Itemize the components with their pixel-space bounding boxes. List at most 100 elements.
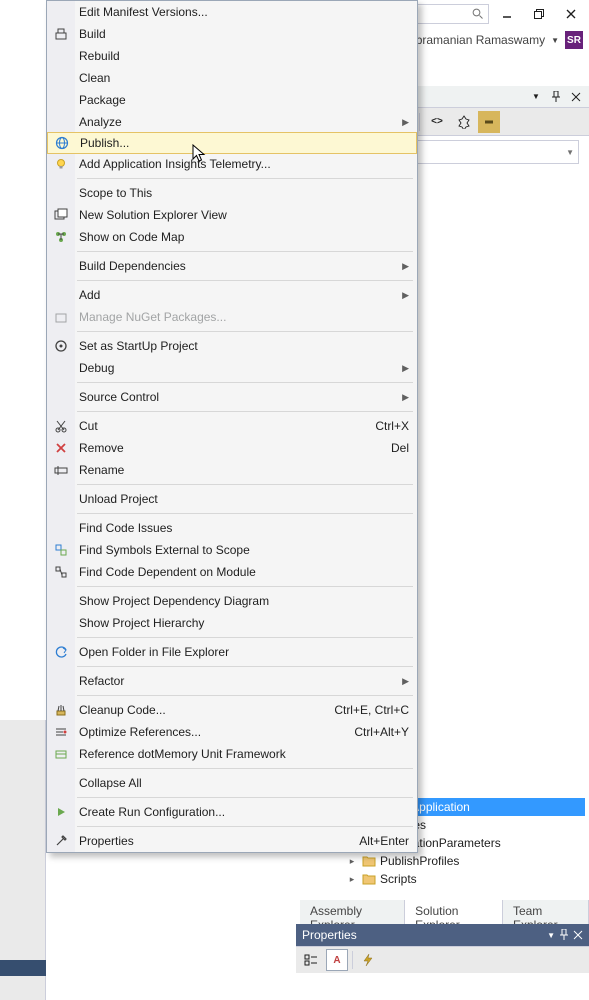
menu-item-label: Build bbox=[79, 27, 106, 41]
menu-item-set-as-startup-project[interactable]: Set as StartUp Project bbox=[47, 335, 417, 357]
menu-item-reference-dotmemory-unit-framework[interactable]: Reference dotMemory Unit Framework bbox=[47, 743, 417, 765]
pin-icon[interactable] bbox=[559, 929, 569, 941]
menu-item-label: Analyze bbox=[79, 115, 122, 129]
optimize-icon bbox=[52, 723, 70, 741]
menu-item-rebuild[interactable]: Rebuild bbox=[47, 45, 417, 67]
events-button[interactable] bbox=[357, 949, 379, 971]
menu-item-cut[interactable]: CutCtrl+X bbox=[47, 415, 417, 437]
menu-item-edit-manifest-versions[interactable]: Edit Manifest Versions... bbox=[47, 1, 417, 23]
menu-item-add-application-insights-telemetry[interactable]: Add Application Insights Telemetry... bbox=[47, 153, 417, 175]
menu-item-show-project-dependency-diagram[interactable]: Show Project Dependency Diagram bbox=[47, 590, 417, 612]
menu-item-clean[interactable]: Clean bbox=[47, 67, 417, 89]
menu-item-build-dependencies[interactable]: Build Dependencies▶ bbox=[47, 255, 417, 277]
panel-tab-solution-explorer[interactable]: Solution Explorer bbox=[405, 900, 503, 924]
panel-close-icon[interactable] bbox=[573, 930, 583, 940]
menu-item-publish[interactable]: Publish... bbox=[47, 132, 417, 154]
menu-item-scope-to-this[interactable]: Scope to This bbox=[47, 182, 417, 204]
expand-arrow-icon[interactable]: ▸ bbox=[346, 874, 358, 885]
dependent-icon bbox=[52, 563, 70, 581]
menu-shortcut: Del bbox=[371, 441, 409, 455]
menu-item-label: Debug bbox=[79, 361, 114, 375]
menu-item-label: Remove bbox=[79, 441, 124, 455]
menu-item-find-symbols-external-to-scope[interactable]: Find Symbols External to Scope bbox=[47, 539, 417, 561]
menu-item-add[interactable]: Add▶ bbox=[47, 284, 417, 306]
menu-item-refactor[interactable]: Refactor▶ bbox=[47, 670, 417, 692]
panel-menu-dropdown[interactable]: ▼ bbox=[527, 88, 545, 106]
folder-icon bbox=[362, 872, 376, 886]
menu-item-label: Unload Project bbox=[79, 492, 158, 506]
menu-item-rename[interactable]: Rename bbox=[47, 459, 417, 481]
menu-item-source-control[interactable]: Source Control▶ bbox=[47, 386, 417, 408]
user-name[interactable]: bramanian Ramaswamy bbox=[416, 33, 545, 47]
menu-item-collapse-all[interactable]: Collapse All bbox=[47, 772, 417, 794]
menu-separator bbox=[77, 826, 413, 827]
menu-item-analyze[interactable]: Analyze ▶ bbox=[47, 111, 417, 133]
menu-item-create-run-configuration[interactable]: Create Run Configuration... bbox=[47, 801, 417, 823]
user-badge[interactable]: SR bbox=[565, 31, 583, 49]
symbols-icon bbox=[52, 541, 70, 559]
menu-item-optimize-references[interactable]: Optimize References...Ctrl+Alt+Y bbox=[47, 721, 417, 743]
tree-label: Scripts bbox=[380, 872, 417, 886]
menu-item-label: Build Dependencies bbox=[79, 259, 186, 273]
menu-item-debug[interactable]: Debug ▶ bbox=[47, 357, 417, 379]
menu-item-label: Properties bbox=[79, 834, 134, 848]
menu-separator bbox=[77, 695, 413, 696]
menu-item-show-project-hierarchy[interactable]: Show Project Hierarchy bbox=[47, 612, 417, 634]
panel-tab-team-explorer[interactable]: Team Explorer bbox=[503, 900, 589, 924]
pin-icon[interactable] bbox=[547, 88, 565, 106]
panel-tab-assembly-explorer[interactable]: Assembly Explorer bbox=[300, 900, 405, 924]
panel-menu-dropdown[interactable]: ▼ bbox=[547, 931, 555, 940]
dotmemory-icon bbox=[52, 745, 70, 763]
menu-item-label: Find Code Issues bbox=[79, 521, 172, 535]
menu-item-label: Scope to This bbox=[79, 186, 152, 200]
menu-item-label: Add Application Insights Telemetry... bbox=[79, 157, 271, 171]
menu-item-properties[interactable]: PropertiesAlt+Enter bbox=[47, 830, 417, 852]
menu-item-label: Find Symbols External to Scope bbox=[79, 543, 250, 557]
menu-separator bbox=[77, 797, 413, 798]
menu-item-remove[interactable]: Remove Del bbox=[47, 437, 417, 459]
properties-header[interactable]: Properties ▼ bbox=[296, 924, 589, 946]
properties-title: Properties bbox=[302, 928, 357, 942]
cut-icon bbox=[52, 417, 70, 435]
menu-item-build[interactable]: Build bbox=[47, 23, 417, 45]
menu-item-package[interactable]: Package bbox=[47, 89, 417, 111]
user-dropdown-icon[interactable]: ▼ bbox=[551, 36, 559, 45]
menu-item-cleanup-code[interactable]: Cleanup Code...Ctrl+E, Ctrl+C bbox=[47, 699, 417, 721]
submenu-arrow-icon: ▶ bbox=[402, 363, 409, 374]
menu-item-show-on-code-map[interactable]: Show on Code Map bbox=[47, 226, 417, 248]
menu-separator bbox=[77, 513, 413, 514]
menu-item-unload-project[interactable]: Unload Project bbox=[47, 488, 417, 510]
alphabetical-button[interactable]: A bbox=[326, 949, 348, 971]
menu-item-label: Rename bbox=[79, 463, 124, 477]
submenu-arrow-icon: ▶ bbox=[402, 290, 409, 301]
menu-item-find-code-issues[interactable]: Find Code Issues bbox=[47, 517, 417, 539]
submenu-arrow-icon: ▶ bbox=[402, 117, 409, 128]
menu-item-label: Refactor bbox=[79, 674, 124, 688]
tree-item[interactable]: ▸PublishProfiles bbox=[300, 852, 585, 870]
restore-button[interactable] bbox=[525, 4, 553, 24]
menu-item-label: Open Folder in File Explorer bbox=[79, 645, 229, 659]
menu-item-label: Manage NuGet Packages... bbox=[79, 310, 226, 324]
menu-item-find-code-dependent-on-module[interactable]: Find Code Dependent on Module bbox=[47, 561, 417, 583]
menu-item-label: Collapse All bbox=[79, 776, 142, 790]
menu-item-label: Source Control bbox=[79, 390, 159, 404]
properties-icon bbox=[52, 832, 70, 850]
expand-arrow-icon[interactable]: ▸ bbox=[346, 856, 358, 867]
menu-item-label: Clean bbox=[79, 71, 110, 85]
menu-separator bbox=[77, 251, 413, 252]
panel-close-icon[interactable] bbox=[567, 88, 585, 106]
close-button[interactable] bbox=[557, 4, 585, 24]
tree-item[interactable]: ApplicationManifest.xml bbox=[300, 888, 585, 890]
menu-item-label: Rebuild bbox=[79, 49, 120, 63]
tree-item[interactable]: ▸ Scripts bbox=[300, 870, 585, 888]
new-view-icon bbox=[52, 206, 70, 224]
menu-item-label: Find Code Dependent on Module bbox=[79, 565, 256, 579]
open-folder-icon bbox=[52, 643, 70, 661]
menu-item-label: Optimize References... bbox=[79, 725, 201, 739]
menu-separator bbox=[77, 768, 413, 769]
menu-item-open-folder-in-file-explorer[interactable]: Open Folder in File Explorer bbox=[47, 641, 417, 663]
minimize-button[interactable] bbox=[493, 4, 521, 24]
menu-separator bbox=[77, 178, 413, 179]
categorized-button[interactable] bbox=[300, 949, 322, 971]
menu-item-new-solution-explorer-view[interactable]: New Solution Explorer View bbox=[47, 204, 417, 226]
